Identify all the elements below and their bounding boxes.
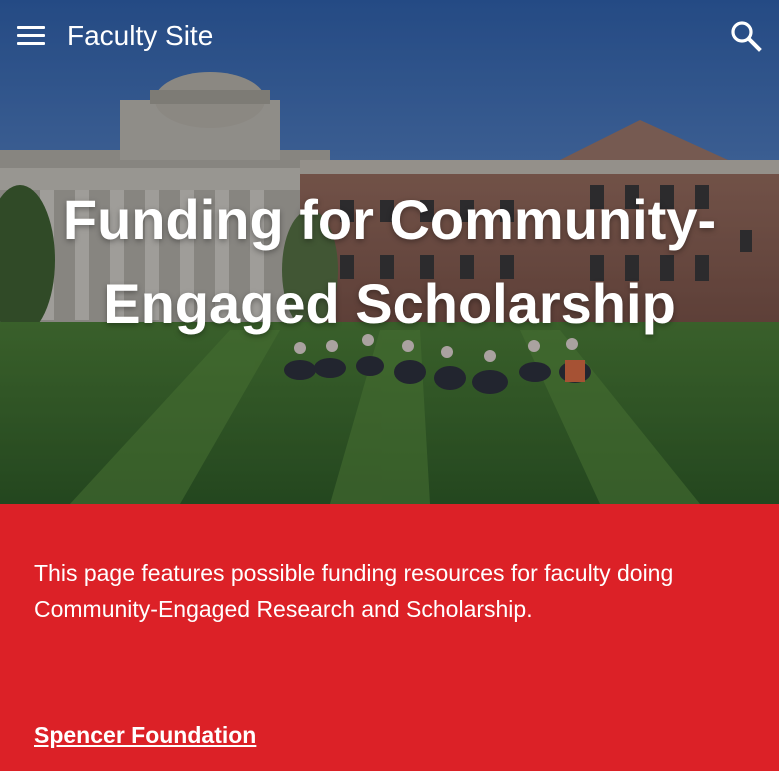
site-title[interactable]: Faculty Site: [67, 19, 213, 53]
spencer-foundation-link[interactable]: Spencer Foundation: [34, 722, 256, 749]
site-header: Faculty Site: [0, 0, 779, 72]
menu-icon[interactable]: [12, 17, 50, 55]
page: Faculty Site Funding for Community-Engag…: [0, 0, 779, 771]
page-title: Funding for Community-Engaged Scholarshi…: [62, 188, 717, 335]
hero-banner: Faculty Site Funding for Community-Engag…: [0, 0, 779, 504]
intro-paragraph: This page features possible funding reso…: [34, 560, 674, 622]
main-content: This page features possible funding reso…: [0, 504, 779, 771]
search-icon[interactable]: [728, 18, 764, 54]
